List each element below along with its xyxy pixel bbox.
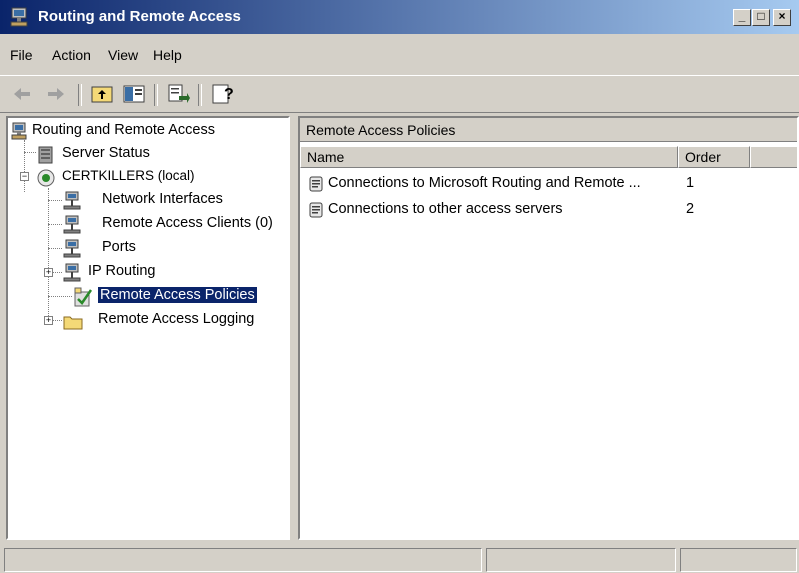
status-cell-2 [486,548,676,572]
tree-label-ip-routing: IP Routing [88,263,156,279]
tree-label-remote-access-logging: Remote Access Logging [98,311,255,327]
menu-file[interactable]: File [10,47,33,63]
tree-label-remote-access-policies: Remote Access Policies [98,287,257,303]
table-row[interactable]: Connections to other access servers 2 [300,198,797,222]
tree-collapse-toggle[interactable]: − [20,172,29,181]
tree-label-remote-access-clients: Remote Access Clients (0) [102,215,273,231]
status-cell-3 [680,548,797,572]
tree-expand-toggle-ip-routing[interactable]: + [44,268,53,277]
close-button[interactable]: × [773,9,791,26]
back-arrow-icon[interactable] [10,82,34,106]
routing-app-icon [10,7,28,27]
menu-view[interactable]: View [108,47,138,63]
column-header-empty [750,146,797,168]
console-tree[interactable]: Routing and Remote Access Server Status … [6,116,290,540]
ip-routing-icon [63,263,81,282]
tree-label-server-status: Server Status [62,145,150,161]
column-header-order[interactable]: Order [678,146,750,168]
toolbar: ? [0,75,799,113]
details-pane-title: Remote Access Policies [300,118,797,142]
up-folder-icon[interactable] [90,82,114,106]
status-cell-main [4,548,482,572]
network-interface-icon [63,191,81,210]
server-status-icon [38,146,53,164]
window-title: Routing and Remote Access [38,8,241,25]
forward-arrow-icon[interactable] [44,82,68,106]
remote-clients-icon [63,215,81,234]
table-row[interactable]: Connections to Microsoft Routing and Rem… [300,172,797,196]
export-list-icon[interactable] [166,82,190,106]
svg-text:?: ? [224,86,234,103]
help-icon[interactable]: ? [210,82,234,106]
policy-scroll-icon [309,176,323,192]
maximize-button[interactable]: □ [752,9,770,26]
minimize-button[interactable]: _ [733,9,751,26]
policy-name: Connections to other access servers [328,201,563,217]
tree-expand-toggle-logging[interactable]: + [44,316,53,325]
menu-help[interactable]: Help [153,47,182,63]
tree-label-server: CERTKILLERS (local) [62,168,195,183]
ports-icon [63,239,81,258]
tree-label-root: Routing and Remote Access [32,122,215,138]
policy-order: 1 [686,175,695,191]
status-bar [0,546,799,573]
pane-splitter[interactable] [290,116,298,540]
policy-order: 2 [686,201,695,217]
folder-icon [63,316,83,330]
menu-bar: File Action View Help [0,40,799,70]
title-bar[interactable]: Routing and Remote Access _ □ × [0,0,799,34]
server-computer-icon [11,122,27,140]
server-node-icon [37,169,55,187]
tree-label-ports: Ports [102,239,136,255]
policy-icon [74,287,93,307]
details-pane[interactable]: Remote Access Policies Name Order Connec… [298,116,799,540]
tree-label-network-interfaces: Network Interfaces [102,191,223,207]
column-header-name[interactable]: Name [300,146,678,168]
menu-action[interactable]: Action [52,47,91,63]
show-hide-tree-icon[interactable] [122,82,146,106]
policy-scroll-icon [309,202,323,218]
policy-name: Connections to Microsoft Routing and Rem… [328,175,641,191]
